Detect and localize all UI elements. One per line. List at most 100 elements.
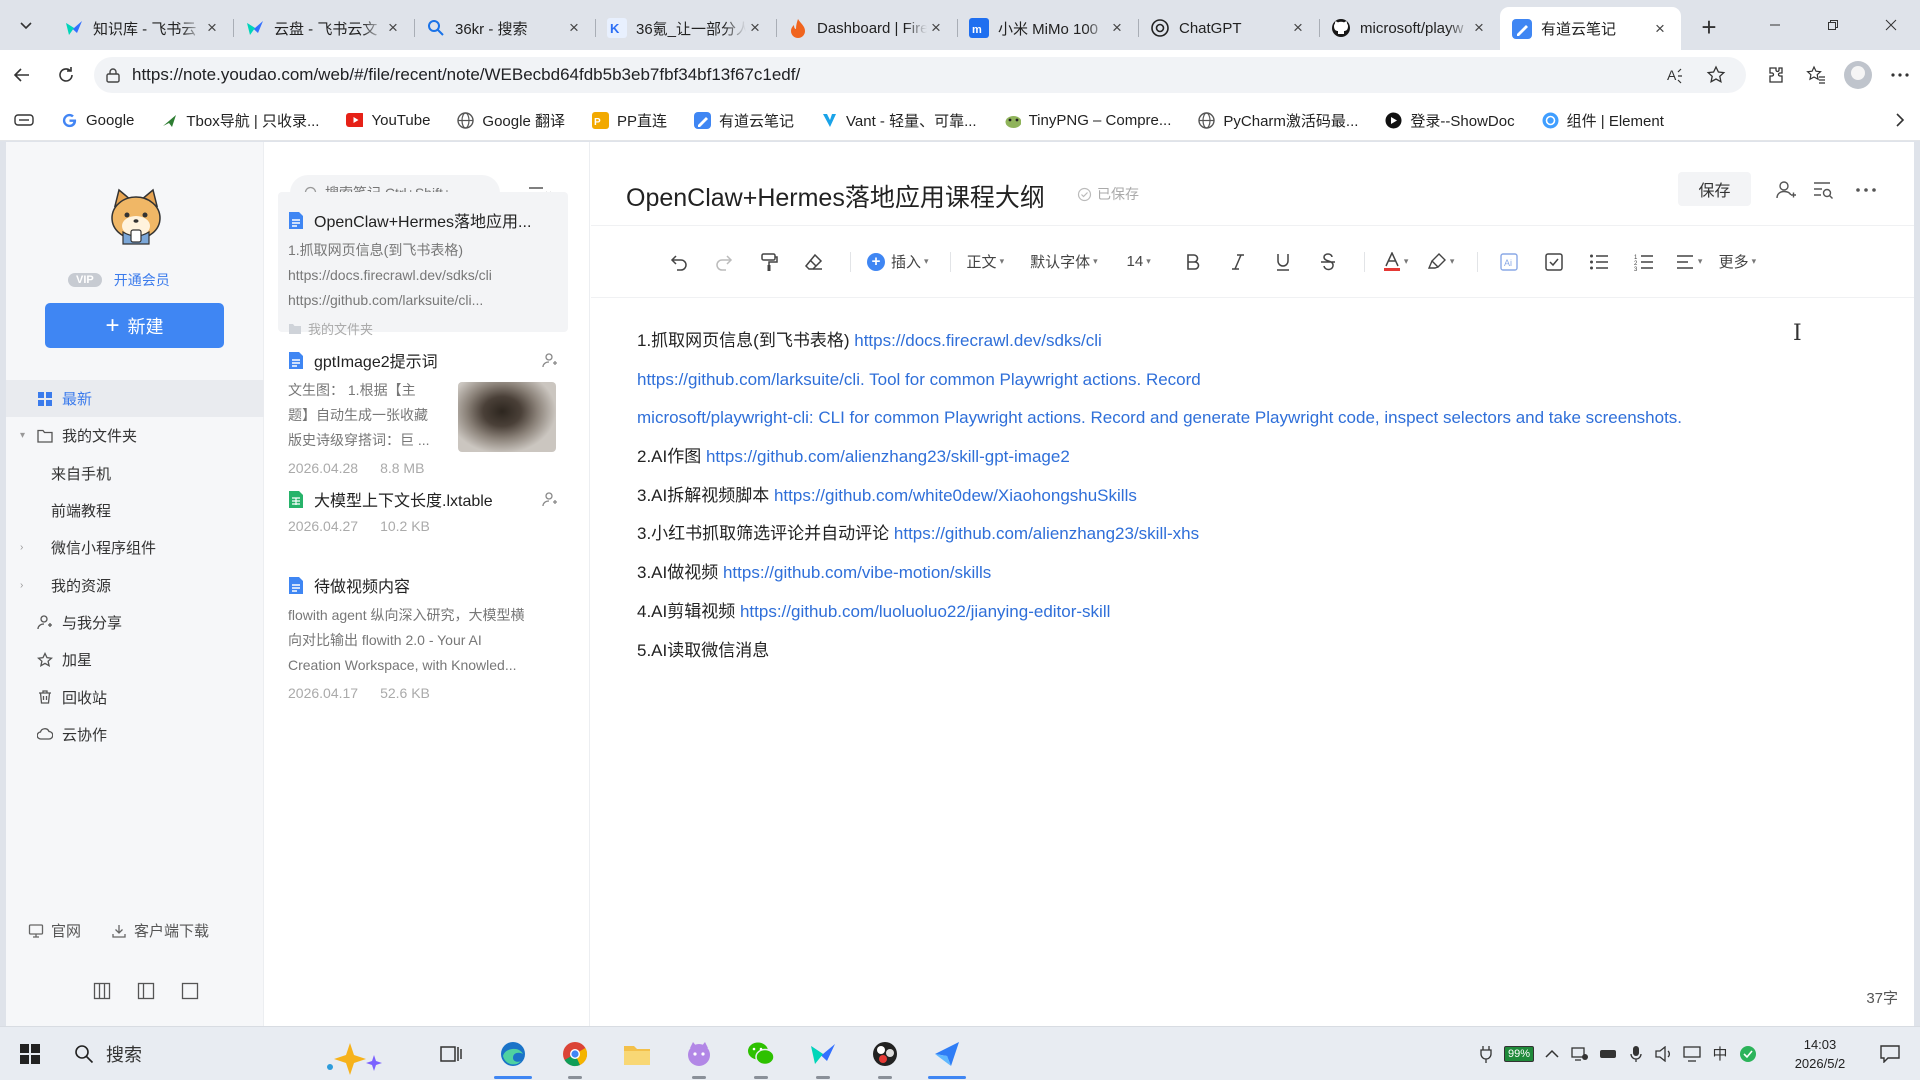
wechat-icon[interactable]	[730, 1027, 792, 1080]
tab-close-icon[interactable]: ×	[746, 18, 764, 37]
paragraph-link[interactable]: microsoft/playwright-cli: CLI for common…	[637, 408, 1682, 427]
document-paragraph[interactable]: 4.AI剪辑视频 https://github.com/luoluoluo22/…	[637, 593, 1887, 632]
document-paragraph[interactable]: 1.抓取网页信息(到飞书表格) https://docs.firecrawl.d…	[637, 322, 1887, 361]
document-title[interactable]: OpenClaw+Hermes落地应用课程大纲	[626, 178, 1045, 214]
obs-record-icon[interactable]	[854, 1027, 916, 1080]
tab-close-icon[interactable]: ×	[927, 18, 945, 37]
strikethrough-icon[interactable]	[1313, 244, 1343, 280]
taskbar-search[interactable]: 搜索	[60, 1034, 420, 1075]
save-button[interactable]: 保存	[1678, 172, 1751, 206]
tab[interactable]: microsoft/playw ×	[1319, 9, 1500, 47]
expand-caret-icon[interactable]: ›	[20, 580, 23, 591]
paragraph-link[interactable]: https://github.com/vibe-motion/skills	[723, 563, 991, 582]
usb-device-icon[interactable]	[1594, 1040, 1622, 1068]
sidebar-item[interactable]: 加星	[6, 641, 264, 678]
font-color-icon[interactable]: ▾	[1381, 244, 1411, 280]
user-avatar-mascot[interactable]	[103, 184, 169, 250]
tab[interactable]: 知识库 - 飞书云 ×	[52, 9, 233, 47]
tab[interactable]: 36kr - 搜索 ×	[414, 9, 595, 47]
bookmark-item[interactable]: 组件 | Element	[1542, 110, 1664, 131]
insert-menu-button[interactable]: + 插入 ▾	[867, 244, 929, 280]
tab-close-icon[interactable]: ×	[1470, 18, 1488, 37]
read-aloud-icon[interactable]: A	[1656, 57, 1696, 93]
two-column-layout-icon[interactable]	[124, 980, 168, 1002]
italic-icon[interactable]	[1223, 244, 1253, 280]
favorite-star-icon[interactable]	[1696, 57, 1736, 93]
minimize-icon[interactable]	[1746, 0, 1804, 50]
expand-caret-icon[interactable]: ▾	[20, 430, 25, 441]
three-column-layout-icon[interactable]	[80, 980, 124, 1002]
paragraph-link[interactable]: https://github.com/luoluoluo22/jianying-…	[740, 602, 1110, 621]
undo-icon[interactable]	[664, 244, 694, 280]
paragraph-link[interactable]: https://github.com/white0dew/Xiaohongshu…	[774, 486, 1137, 505]
outline-search-icon[interactable]	[1808, 176, 1838, 204]
paragraph-link[interactable]: https://docs.firecrawl.dev/sdks/cli	[854, 331, 1102, 350]
input-method-indicator[interactable]: 中	[1706, 1040, 1734, 1068]
bullet-list-icon[interactable]	[1584, 244, 1614, 280]
bold-icon[interactable]	[1178, 244, 1208, 280]
favorites-list-icon[interactable]	[1796, 57, 1836, 93]
open-membership-link[interactable]: 开通会员	[114, 270, 170, 290]
redo-icon[interactable]	[709, 244, 739, 280]
client-download-link[interactable]: 客户端下载	[111, 920, 209, 941]
bookmark-item[interactable]: Google	[61, 110, 134, 131]
display-icon[interactable]	[1678, 1040, 1706, 1068]
document-paragraph[interactable]: 3.AI拆解视频脚本 https://github.com/white0dew/…	[637, 477, 1887, 516]
tab[interactable]: ChatGPT ×	[1138, 9, 1319, 47]
numbered-list-icon[interactable]: 123	[1629, 244, 1659, 280]
sidebar-item[interactable]: ▾ 我的文件夹	[6, 417, 264, 454]
tab-close-icon[interactable]: ×	[384, 18, 402, 37]
tab[interactable]: Dashboard | Fire ×	[776, 9, 957, 47]
file-explorer-icon[interactable]	[606, 1027, 668, 1080]
new-tab-button[interactable]: +	[1689, 7, 1729, 47]
document-paragraph[interactable]: https://github.com/larksuite/cli. Tool f…	[637, 361, 1887, 400]
url-text[interactable]: https://note.youdao.com/web/#/file/recen…	[122, 65, 1656, 85]
highlight-color-icon[interactable]: ▾	[1426, 244, 1456, 280]
ai-assistant-icon[interactable]: Ai	[1494, 244, 1524, 280]
font-family-select[interactable]: 默认字体 ▾	[1030, 244, 1098, 280]
single-column-layout-icon[interactable]	[168, 980, 212, 1002]
sync-app-icon[interactable]	[1734, 1040, 1762, 1068]
feishu-icon[interactable]	[792, 1027, 854, 1080]
edge-browser-icon[interactable]	[482, 1027, 544, 1080]
notification-center-icon[interactable]	[1868, 1044, 1912, 1063]
bookmark-item[interactable]: P PP直连	[591, 110, 667, 131]
align-icon[interactable]: ▾	[1674, 244, 1704, 280]
note-card[interactable]: gptImage2提示词 文生图： 1.根据【主 题】自动生成一张收藏 版史诗级穿搭词…	[278, 332, 568, 476]
extensions-icon[interactable]	[1756, 57, 1796, 93]
bookmark-item[interactable]: 登录--ShowDoc	[1385, 110, 1515, 131]
note-card[interactable]: 待做视频内容 flowith agent 纵向深入研究，大模型横 向对比输出 flo…	[278, 557, 568, 701]
bookmark-item[interactable]: Tbox导航 | 只收录...	[161, 110, 319, 131]
sidebar-item[interactable]: 前端教程	[6, 492, 264, 529]
sidebar-item[interactable]: 回收站	[6, 678, 264, 715]
tab-active[interactable]: 有道云笔记 ×	[1500, 7, 1681, 50]
reload-button[interactable]	[44, 55, 88, 95]
tab[interactable]: m 小米 MiMo 100 ×	[957, 9, 1138, 47]
system-clock[interactable]: 14:03 2026/5/2	[1772, 1035, 1868, 1073]
underline-icon[interactable]	[1268, 244, 1298, 280]
expand-caret-icon[interactable]: ›	[20, 542, 23, 553]
tab[interactable]: 云盘 - 飞书云文 ×	[233, 9, 414, 47]
font-size-select[interactable]: 14 ▾	[1124, 244, 1154, 280]
note-card[interactable]: OpenClaw+Hermes落地应用... 1.抓取网页信息(到飞书表格) htt…	[278, 192, 568, 337]
sidebar-item[interactable]: 来自手机	[6, 455, 264, 492]
lark-arrow-app-icon[interactable]	[916, 1027, 978, 1080]
power-plug-icon[interactable]	[1472, 1040, 1500, 1068]
document-body[interactable]: 1.抓取网页信息(到飞书表格) https://docs.firecrawl.d…	[637, 322, 1887, 670]
official-site-link[interactable]: 官网	[28, 920, 81, 941]
sidebar-item[interactable]: 最新	[6, 380, 264, 418]
sidebar-item[interactable]: › 我的资源	[6, 566, 264, 603]
checkbox-list-icon[interactable]	[1539, 244, 1569, 280]
paragraph-link[interactable]: https://github.com/larksuite/cli. Tool f…	[637, 370, 1201, 389]
microphone-icon[interactable]	[1622, 1040, 1650, 1068]
restore-icon[interactable]	[1804, 0, 1862, 50]
document-paragraph[interactable]: 3.小红书抓取筛选评论并自动评论 https://github.com/alie…	[637, 515, 1887, 554]
bookmarks-more-chevron-icon[interactable]	[1894, 112, 1906, 128]
collaborator-icon[interactable]	[1771, 176, 1801, 204]
bookmark-item[interactable]: YouTube	[346, 110, 430, 131]
bookmark-item[interactable]: PyCharm激活码最...	[1198, 110, 1358, 131]
sidebar-item[interactable]: › 微信小程序组件	[6, 529, 264, 566]
task-view-icon[interactable]	[420, 1027, 482, 1080]
tab-close-icon[interactable]: ×	[203, 18, 221, 37]
more-tools-button[interactable]: 更多 ▾	[1719, 244, 1757, 280]
